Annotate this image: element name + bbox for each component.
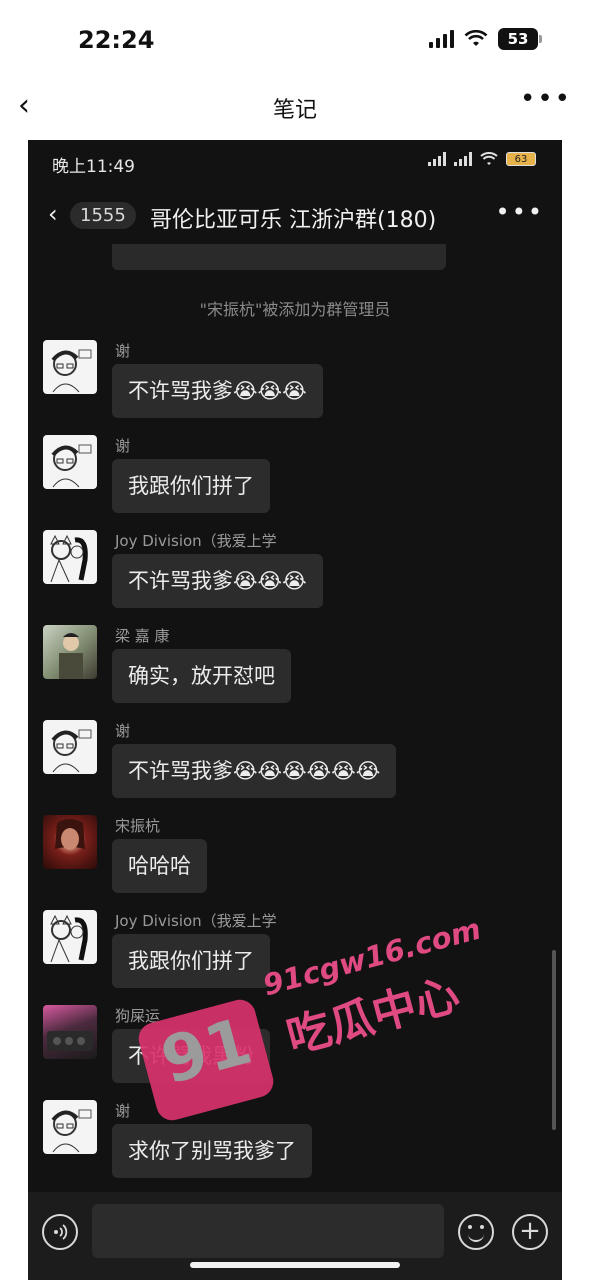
message-bubble[interactable]: 我跟你们拼了 [112,459,270,513]
sketch-avatar[interactable] [43,435,97,489]
inner-status-icons: 63 [428,152,536,166]
message-input[interactable] [92,1204,444,1258]
page-title: 笔记 [272,98,317,123]
message-bubble[interactable]: 不许骂我爹😭😭😭 [112,554,323,608]
cellular-signal-icon [429,30,454,48]
inner-signal-icon-2 [454,152,472,166]
sketch-avatar[interactable] [43,1100,97,1154]
voice-input-icon[interactable] [42,1214,78,1250]
sketch-avatar[interactable] [43,720,97,774]
sender-name: 梁 嘉 康 [115,627,170,645]
inner-status-bar: 晚上11:49 63 [28,140,562,186]
status-time: 22:24 [78,26,155,54]
sender-name: Joy Division（我爱上学 [115,532,277,550]
photo-avatar[interactable] [43,815,97,869]
sender-name: 谢 [115,722,131,740]
unread-count-badge[interactable]: 1555 [70,202,136,229]
message-bubble[interactable]: 确实，放开怼吧 [112,649,291,703]
chat-screenshot: 晚上11:49 63 ‹ 1555 哥伦比亚可乐 江浙沪群(180) ••• "… [28,140,562,1280]
outer-status-bar: 22:24 53 [0,0,590,80]
photo-avatar[interactable] [43,625,97,679]
message-bubble[interactable]: 不许骂我爹😭😭😭😭😭😭 [112,744,397,798]
inner-wifi-icon [480,152,498,165]
more-options-icon[interactable]: ••• [520,84,572,114]
message-bubble[interactable]: 我跟你们拼了 [112,934,270,988]
sketch-avatar[interactable] [43,340,97,394]
sender-name: 谢 [115,1102,131,1120]
chat-more-icon[interactable]: ••• [496,198,544,226]
home-indicator [190,1262,400,1268]
sender-name: Joy Division（我爱上学 [115,912,277,930]
partial-message-bubble [112,244,446,270]
add-attachment-icon[interactable]: + [512,1214,548,1250]
sender-name: 宋振杭 [115,817,161,835]
sketch-cat-avatar[interactable] [43,910,97,964]
chat-back-icon[interactable]: ‹ [48,200,58,228]
inner-status-time: 晚上11:49 [52,157,135,177]
photo-avatar[interactable] [43,1005,97,1059]
message-bubble[interactable]: 求你了别骂我爹了 [112,1124,312,1178]
message-bubble[interactable]: 不许骂我爹😭😭😭 [112,364,323,418]
chat-title: 哥伦比亚可乐 江浙沪群(180) [150,208,437,233]
emoji-icon[interactable] [458,1214,494,1250]
message-bubble[interactable]: 哈哈哈 [112,839,207,893]
battery-icon: 53 [498,28,542,50]
system-message: "宋振杭"被添加为群管理员 [199,300,391,319]
sender-name: 谢 [115,342,131,360]
status-icons: 53 [429,28,542,50]
inner-battery-icon: 63 [506,152,536,166]
scrollbar[interactable] [552,950,556,1130]
sender-name: 谢 [115,437,131,455]
chat-header: ‹ 1555 哥伦比亚可乐 江浙沪群(180) ••• [28,190,562,244]
wifi-icon [464,30,488,46]
outer-nav-bar: ‹ 笔记 ••• [0,80,590,130]
inner-signal-icon [428,152,446,166]
sketch-cat-avatar[interactable] [43,530,97,584]
